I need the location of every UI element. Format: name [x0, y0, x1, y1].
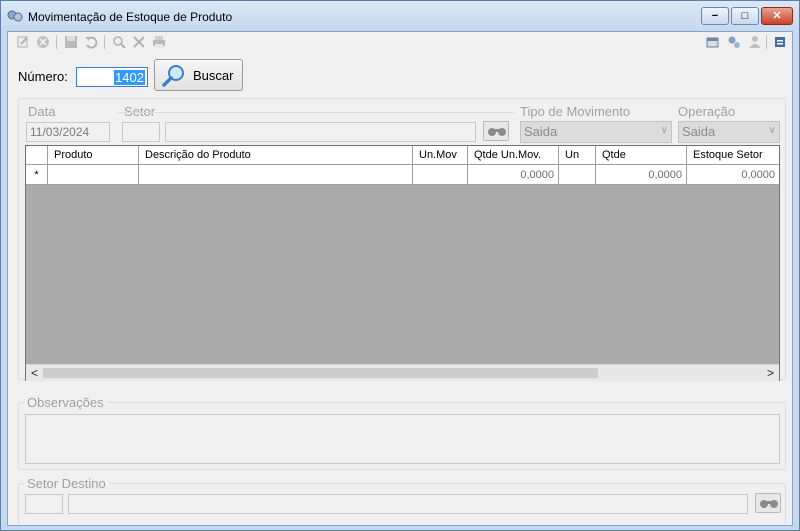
setor-destino-name-field[interactable]: [68, 494, 748, 514]
minimize-icon: −: [711, 10, 719, 22]
cell-qtde-un-mov[interactable]: 0,0000: [468, 165, 559, 185]
operacao-value: Saida: [682, 124, 716, 139]
numero-value: 1402: [114, 70, 145, 85]
cell-descricao[interactable]: [139, 165, 413, 185]
cell-produto[interactable]: [48, 165, 139, 185]
column-header-estoque-setor[interactable]: Estoque Setor: [687, 146, 779, 165]
app-icon: [7, 10, 23, 22]
toolbar: [8, 32, 792, 52]
title-bar[interactable]: Movimentação de Estoque de Produto − □ ✕: [1, 1, 799, 31]
window-icon[interactable]: [706, 35, 720, 49]
setor-destino-label: Setor Destino: [24, 476, 109, 491]
items-grid[interactable]: Produto Descrição do Produto Un.Mov Qtde…: [25, 145, 780, 381]
undo-icon[interactable]: [84, 35, 98, 49]
row-header-corner: [26, 146, 48, 165]
maximize-button[interactable]: □: [731, 7, 759, 25]
menu-icon[interactable]: [773, 35, 787, 49]
setor-destino-search-button[interactable]: [755, 493, 781, 513]
tipo-movimento-label: Tipo de Movimento: [520, 104, 631, 119]
column-header-produto[interactable]: Produto: [48, 146, 139, 165]
cell-un-mov[interactable]: [413, 165, 468, 185]
setor-name-field[interactable]: [165, 122, 476, 142]
tipo-movimento-select[interactable]: Saida ∨: [520, 121, 672, 143]
toolbar-separator: [104, 35, 105, 49]
horizontal-scrollbar[interactable]: < >: [26, 364, 779, 381]
observacoes-label: Observações: [24, 395, 107, 410]
column-header-qtde[interactable]: Qtde: [596, 146, 687, 165]
settings-icon[interactable]: [727, 35, 741, 49]
setor-search-button[interactable]: [483, 121, 509, 141]
edit-icon[interactable]: [16, 35, 30, 49]
scrollbar-thumb[interactable]: [43, 368, 598, 378]
save-icon[interactable]: [64, 35, 78, 49]
numero-label: Número:: [18, 69, 68, 84]
observacoes-textarea[interactable]: [25, 414, 780, 464]
window-title: Movimentação de Estoque de Produto: [28, 10, 233, 24]
zoom-icon[interactable]: [112, 35, 126, 49]
column-header-descricao[interactable]: Descrição do Produto: [139, 146, 413, 165]
toolbar-separator: [56, 35, 57, 49]
search-icon: [162, 65, 184, 87]
minimize-button[interactable]: −: [701, 7, 729, 25]
form-body: Número: 1402 Buscar Data 11/03/2024 Seto…: [7, 31, 793, 526]
chevron-down-icon: ∨: [768, 125, 776, 136]
data-label: Data: [26, 104, 58, 119]
print-icon[interactable]: [152, 35, 166, 49]
new-row-marker: *: [26, 165, 48, 185]
chevron-down-icon: ∨: [660, 125, 668, 136]
numero-input[interactable]: 1402: [76, 67, 148, 87]
close-icon: ✕: [772, 10, 782, 22]
table-row[interactable]: * 0,0000 0,0000 0,0000: [26, 165, 779, 185]
grid-header: Produto Descrição do Produto Un.Mov Qtde…: [26, 146, 779, 165]
buscar-button[interactable]: Buscar: [154, 59, 243, 91]
operacao-select[interactable]: Saida ∨: [678, 121, 780, 143]
tipo-movimento-value: Saida: [524, 124, 558, 139]
column-header-un-mov[interactable]: Un.Mov: [413, 146, 468, 165]
user-icon[interactable]: [748, 35, 762, 49]
close-button[interactable]: ✕: [761, 7, 793, 25]
setor-code-field[interactable]: [122, 122, 160, 142]
operacao-label: Operação: [678, 104, 736, 119]
setor-group-line: [118, 112, 514, 113]
data-value: 11/03/2024: [30, 125, 90, 139]
cancel-icon[interactable]: [36, 35, 50, 49]
cell-qtde[interactable]: 0,0000: [596, 165, 687, 185]
binoculars-icon: [488, 128, 506, 136]
maximize-icon: □: [741, 10, 749, 22]
toolbar-separator: [766, 35, 767, 49]
scroll-right-icon[interactable]: >: [762, 365, 779, 382]
cell-un[interactable]: [559, 165, 596, 185]
column-header-qtde-un-mov[interactable]: Qtde Un.Mov.: [468, 146, 559, 165]
app-window: Movimentação de Estoque de Produto − □ ✕…: [0, 0, 800, 531]
scroll-left-icon[interactable]: <: [26, 365, 43, 382]
data-field[interactable]: 11/03/2024: [26, 122, 110, 142]
column-header-un[interactable]: Un: [559, 146, 596, 165]
setor-destino-code-field[interactable]: [25, 494, 63, 514]
cell-estoque-setor[interactable]: 0,0000: [687, 165, 779, 185]
buscar-label: Buscar: [193, 68, 234, 83]
tools-icon[interactable]: [132, 35, 146, 49]
binoculars-icon: [760, 500, 778, 508]
